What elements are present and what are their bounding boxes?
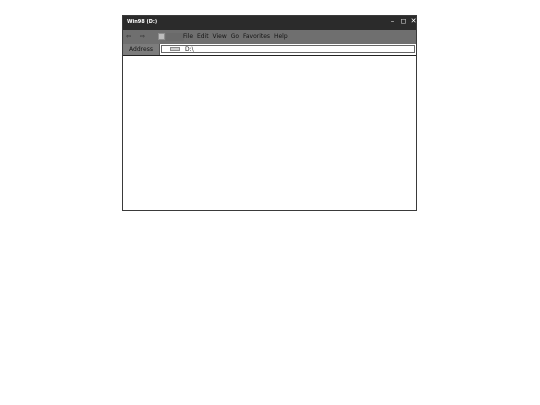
address-bar: Address D:\: [123, 44, 416, 56]
close-button[interactable]: ✕: [409, 17, 418, 26]
back-button[interactable]: ⇦: [126, 33, 131, 41]
drive-icon: [170, 47, 180, 51]
menu-file[interactable]: File: [183, 33, 193, 41]
address-field[interactable]: D:\: [161, 45, 415, 53]
window-title: Win98 (D:): [127, 19, 158, 25]
menu-go[interactable]: Go: [231, 33, 239, 41]
menu-bar: File Edit View Go Favorites Help: [183, 33, 290, 41]
menu-edit[interactable]: Edit: [197, 33, 209, 41]
toolbar-separator: [166, 33, 184, 41]
forward-button[interactable]: ⇨: [140, 33, 145, 41]
forward-arrow-icon: ⇨: [140, 33, 146, 40]
toolbar: ⇦ ⇨ File Edit View Go Favorites Help: [123, 30, 416, 45]
up-folder-icon[interactable]: [158, 33, 165, 40]
maximize-button[interactable]: ◻: [399, 17, 408, 26]
minimize-button[interactable]: –: [388, 17, 397, 26]
address-label: Address: [123, 44, 160, 55]
menu-help[interactable]: Help: [274, 33, 288, 41]
menu-favorites[interactable]: Favorites: [243, 33, 270, 41]
folder-contents: [123, 56, 416, 210]
title-bar[interactable]: Win98 (D:) – ◻ ✕: [123, 16, 416, 30]
back-arrow-icon: ⇦: [126, 33, 132, 40]
address-value: D:\: [185, 46, 194, 53]
menu-view[interactable]: View: [213, 33, 227, 41]
explorer-window: Win98 (D:) – ◻ ✕ ⇦ ⇨ File Edit View Go F…: [122, 15, 417, 211]
